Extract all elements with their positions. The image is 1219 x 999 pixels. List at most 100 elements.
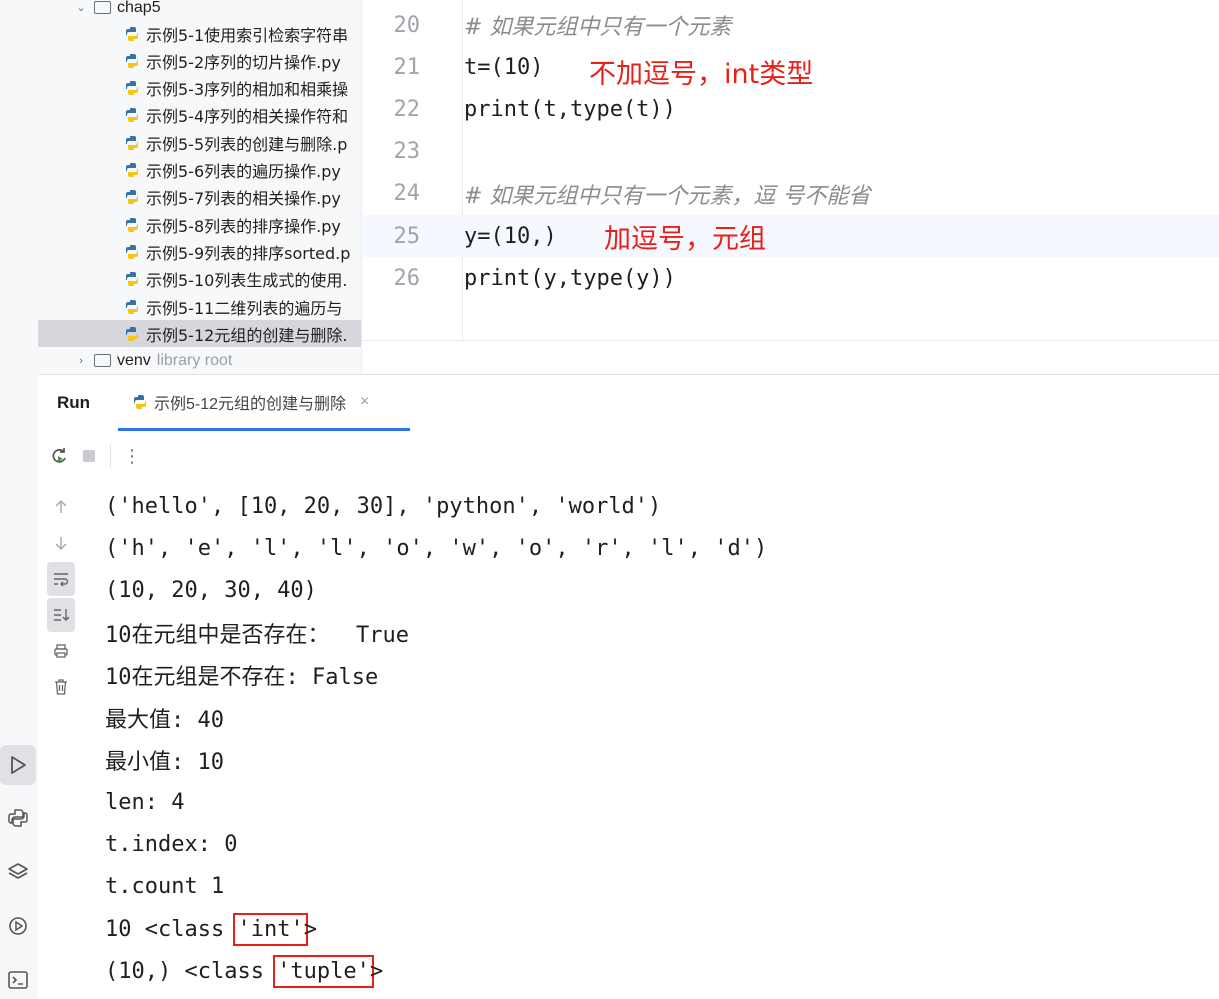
python-file-icon — [124, 162, 140, 178]
terminal-button[interactable] — [0, 960, 36, 999]
console-output[interactable]: ('hello', [10, 20, 30], 'python', 'world… — [105, 485, 1205, 993]
tree-file-item[interactable]: 示例5-9列表的排序sorted.p — [38, 238, 361, 265]
code-text: print(y,type(y)) — [464, 265, 676, 291]
folder-icon — [94, 1, 111, 14]
python-file-icon — [124, 135, 140, 151]
stop-button[interactable] — [74, 441, 104, 471]
code-text: y=(10,) — [464, 223, 557, 249]
tree-file-item[interactable]: 示例5-10列表生成式的使用. — [38, 266, 361, 293]
soft-wrap-icon — [54, 573, 69, 587]
soft-wrap-toggle[interactable] — [47, 562, 75, 596]
scroll-to-end-icon — [54, 609, 70, 621]
tree-file-item[interactable]: 示例5-1使用索引检索字符串 — [38, 20, 361, 47]
tree-file-item[interactable]: 示例5-5列表的创建与删除.p — [38, 129, 361, 156]
tree-folder-venv[interactable]: › venv library root — [38, 347, 361, 374]
rerun-icon — [52, 448, 66, 463]
run-panel: Run 示例5-12元组的创建与删除 × ⋮ ('hello', [10, 20… — [38, 374, 1219, 999]
run-tool-button[interactable] — [0, 745, 36, 785]
services-button[interactable] — [0, 906, 36, 946]
output-line: (10,) <class 'tuple' > — [105, 950, 1205, 992]
tree-file-label: 示例5-10列表生成式的使用. — [146, 271, 348, 291]
highlighted-type-tuple: 'tuple' — [273, 954, 374, 988]
more-options-button[interactable]: ⋮ — [117, 441, 147, 471]
console-side-toolbar — [38, 490, 84, 700]
run-config-tab[interactable]: 示例5-12元组的创建与删除 × — [118, 375, 410, 431]
python-file-icon — [124, 271, 140, 287]
tree-file-label: 示例5-3序列的相加和相乘操 — [146, 80, 349, 100]
output-line: ('h', 'e', 'l', 'l', 'o', 'w', 'o', 'r',… — [105, 535, 768, 561]
arrow-down-icon — [55, 537, 67, 551]
output-line: 最小值: 10 — [105, 749, 224, 775]
project-tree: ⌄ chap5 示例5-1使用索引检索字符串 示例5-2序列的切片操作.py 示例5… — [38, 0, 362, 374]
run-toolbar: ⋮ — [38, 431, 1219, 481]
tree-file-label: 示例5-12元组的创建与删除. — [146, 325, 348, 345]
library-root-note: library root — [156, 351, 233, 369]
code-text: # 如果元组中只有一个元素 — [464, 15, 732, 40]
annotation-int-type: 不加逗号，int类型 — [589, 59, 814, 90]
print-icon — [54, 644, 68, 658]
run-tab-bar: Run 示例5-12元组的创建与删除 × — [38, 375, 1219, 431]
code-editor[interactable]: 20 # 如果元组中只有一个元素 21 t=(10) 22 print(t,type(t)… — [362, 0, 1219, 374]
tree-file-item[interactable]: 示例5-6列表的遍历操作.py — [38, 157, 361, 184]
scroll-to-end-toggle[interactable] — [47, 598, 75, 632]
tree-file-label: 示例5-9列表的排序sorted.p — [146, 243, 351, 263]
tree-file-item[interactable]: 示例5-8列表的排序操作.py — [38, 211, 361, 238]
close-icon[interactable]: × — [360, 393, 369, 411]
python-file-icon — [124, 326, 140, 342]
tree-file-item[interactable]: 示例5-7列表的相关操作.py — [38, 184, 361, 211]
folder-label: chap5 — [117, 0, 161, 16]
output-text: 10 <class — [105, 916, 238, 942]
tree-file-item[interactable]: 示例5-4序列的相关操作符和 — [38, 102, 361, 129]
scroll-up-button[interactable] — [38, 490, 84, 524]
output-line: t.count 1 — [105, 874, 225, 900]
editor-bottom-area — [362, 340, 1219, 374]
print-button[interactable] — [38, 634, 84, 668]
chevron-right-icon[interactable]: › — [74, 355, 88, 367]
output-text: > — [369, 958, 384, 984]
code-text: t=(10) — [464, 54, 544, 80]
rerun-button[interactable] — [44, 441, 74, 471]
code-line[interactable]: 20 # 如果元组中只有一个元素 — [362, 4, 1219, 46]
tree-file-item[interactable]: 示例5-11二维列表的遍历与 — [38, 293, 361, 320]
output-line: (10, 20, 30, 40) — [105, 578, 317, 604]
code-text: # 如果元组中只有一个元素，逗 号不能省 — [464, 183, 871, 209]
chevron-down-icon[interactable]: ⌄ — [74, 1, 88, 14]
code-line[interactable]: 25 y=(10,) — [362, 215, 1219, 257]
code-line[interactable]: 23 — [362, 131, 1219, 173]
run-tab-label: 示例5-12元组的创建与删除 — [154, 395, 347, 413]
python-console-button[interactable] — [0, 798, 36, 838]
tree-file-label: 示例5-4序列的相关操作符和 — [146, 107, 349, 127]
stop-icon — [83, 450, 95, 462]
python-file-icon — [124, 107, 140, 123]
clear-all-button[interactable] — [38, 670, 84, 704]
scroll-down-button[interactable] — [38, 526, 84, 560]
terminal-icon — [8, 971, 28, 989]
tree-file-label: 示例5-5列表的创建与删除.p — [146, 134, 348, 154]
line-number: 23 — [393, 139, 421, 165]
output-line: 10在元组中是否存在： True — [105, 623, 409, 649]
tree-file-item[interactable]: 示例5-12元组的创建与删除. — [38, 320, 361, 348]
python-file-icon — [132, 394, 148, 410]
output-line: 10 <class 'int' > — [105, 908, 1205, 950]
code-line[interactable]: 24 # 如果元组中只有一个元素，逗 号不能省 — [362, 173, 1219, 215]
line-number: 26 — [393, 265, 421, 291]
toolbar-separator — [110, 444, 111, 468]
tree-file-item[interactable]: 示例5-2序列的切片操作.py — [38, 47, 361, 74]
tree-folder-chap5[interactable]: ⌄ chap5 — [38, 0, 361, 21]
python-file-icon — [124, 217, 140, 233]
code-line[interactable]: 26 print(y,type(y)) — [362, 257, 1219, 299]
python-packages-button[interactable] — [0, 852, 36, 892]
output-text: > — [303, 916, 317, 942]
line-number: 24 — [393, 181, 421, 207]
tree-file-item[interactable]: 示例5-3序列的相加和相乘操 — [38, 75, 361, 102]
tree-file-label: 示例5-6列表的遍历操作.py — [146, 162, 341, 181]
code-line[interactable]: 22 print(t,type(t)) — [362, 88, 1219, 130]
tree-file-label: 示例5-2序列的切片操作.py — [146, 52, 341, 72]
services-icon — [9, 917, 27, 935]
line-number: 21 — [393, 54, 421, 80]
line-number: 22 — [393, 96, 421, 122]
python-file-icon — [124, 299, 140, 315]
output-line: 10在元组是不存在: False — [105, 665, 379, 691]
tree-file-label: 示例5-1使用索引检索字符串 — [146, 25, 349, 45]
line-number: 20 — [393, 12, 421, 38]
